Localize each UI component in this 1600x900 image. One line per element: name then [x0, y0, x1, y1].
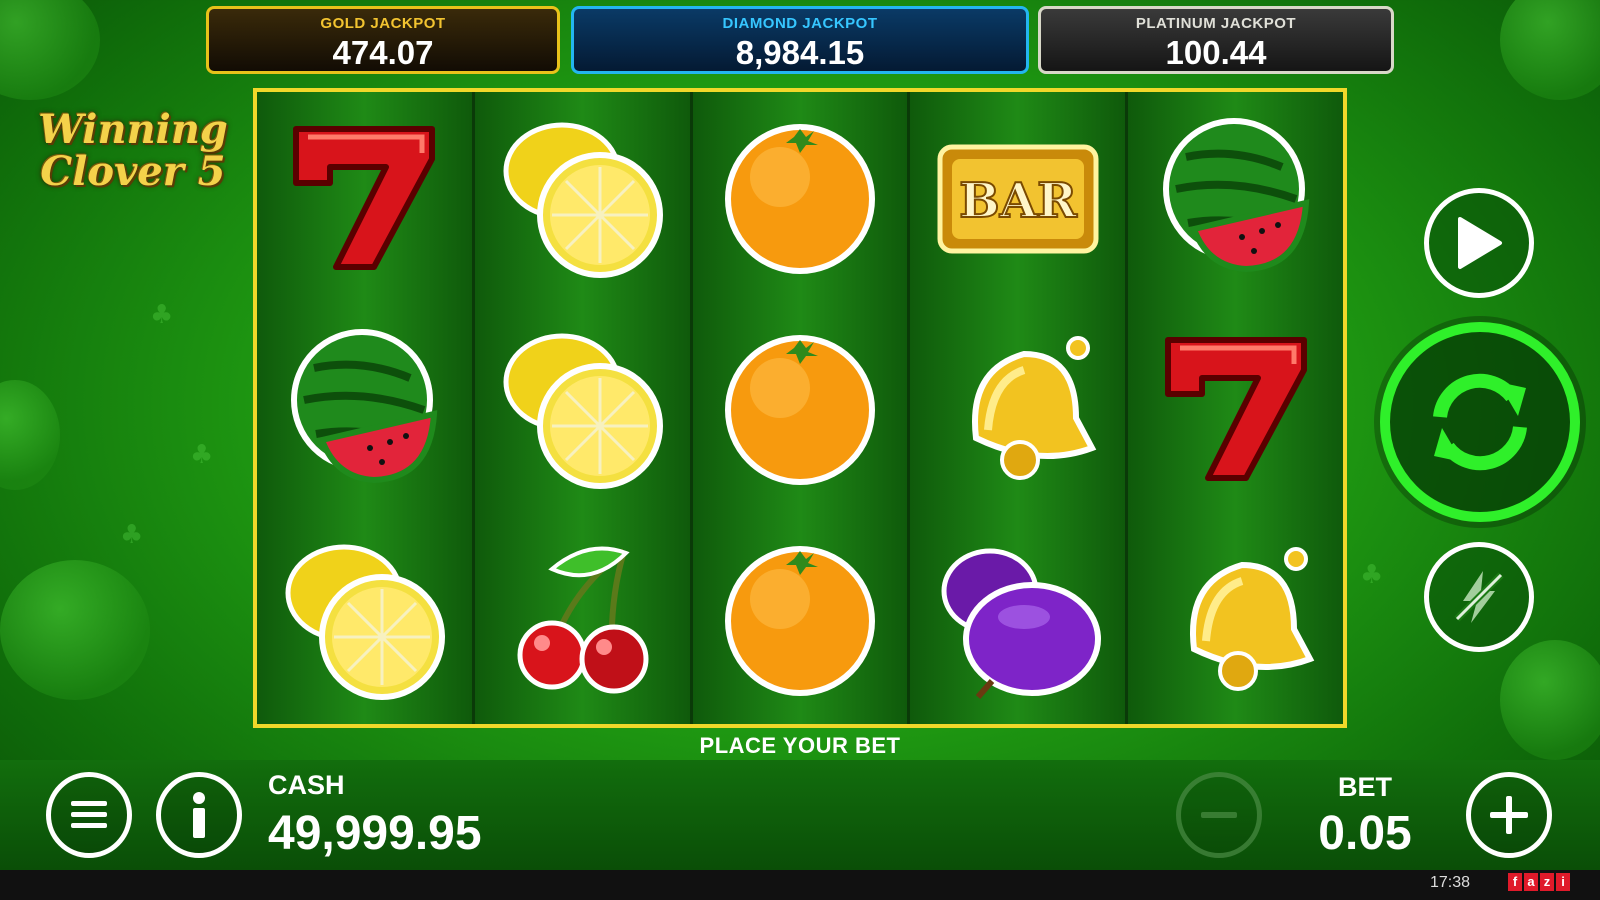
background-mini-clover: ♣ [150, 300, 174, 330]
lemon-symbol [475, 303, 690, 514]
info-button[interactable] [156, 772, 242, 858]
orange-icon [724, 545, 875, 696]
info-icon [193, 792, 205, 838]
bet-label: BET [1338, 772, 1392, 802]
turbo-off-icon [1454, 571, 1504, 623]
provider-logo-letter: z [1540, 873, 1554, 891]
turbo-button[interactable] [1424, 542, 1534, 652]
orange-symbol [693, 513, 908, 724]
background-clover-leaf [0, 380, 60, 490]
diamond-jackpot-label: DIAMOND JACKPOT [722, 15, 878, 32]
status-message: PLACE YOUR BET [699, 733, 901, 758]
bell-symbol [1128, 513, 1343, 724]
bet-value: 0.05 [1318, 807, 1412, 860]
logo-line-1: Winning [38, 106, 228, 153]
orange-symbol [693, 92, 908, 303]
cherry-icon [517, 546, 649, 694]
bell-symbol [910, 303, 1125, 514]
watermelon-symbol [257, 303, 472, 514]
increase-bet-button[interactable] [1466, 772, 1552, 858]
background-clover-leaf [0, 0, 100, 100]
bar-symbol: BAR [910, 92, 1125, 303]
provider-logo: fazi [1508, 873, 1570, 891]
system-bar [0, 870, 1600, 900]
clock: 17:38 [1429, 874, 1470, 891]
reel-2 [474, 92, 693, 724]
cash-value: 49,999.95 [268, 807, 482, 860]
lemon-icon [503, 122, 664, 279]
gold-jackpot-panel: GOLD JACKPOT 474.07 [206, 6, 560, 74]
reel-5 [1128, 92, 1343, 724]
seven-icon [1164, 337, 1307, 481]
seven-symbol [257, 92, 472, 303]
autoplay-button[interactable] [1424, 188, 1534, 298]
provider-logo-letter: i [1556, 873, 1570, 891]
game-logo: Winning Clover 5 [18, 110, 248, 192]
lemon-symbol [475, 92, 690, 303]
play-icon [1458, 217, 1502, 269]
plum-icon [941, 548, 1101, 699]
menu-icon [71, 801, 107, 828]
orange-icon [724, 124, 875, 275]
background-mini-clover: ♣ [1360, 560, 1384, 590]
spin-button[interactable] [1380, 322, 1580, 522]
seven-symbol [1128, 303, 1343, 514]
bell-icon [971, 336, 1097, 480]
menu-button[interactable] [46, 772, 132, 858]
bell-icon [1189, 546, 1314, 691]
lemon-symbol [257, 513, 472, 724]
decrease-bet-button[interactable] [1176, 772, 1262, 858]
minus-icon [1201, 812, 1237, 818]
plus-icon [1490, 796, 1528, 834]
cherry-symbol [475, 513, 690, 724]
orange-icon [724, 335, 875, 485]
reel-4: BAR [910, 92, 1129, 724]
reel-1 [257, 92, 475, 724]
platinum-jackpot-label: PLATINUM JACKPOT [1135, 15, 1297, 32]
spin-arrows-icon [1433, 373, 1527, 471]
orange-symbol [693, 303, 908, 514]
bar-icon: BAR [937, 144, 1099, 254]
background-mini-clover: ♣ [120, 520, 144, 550]
gold-jackpot-label: GOLD JACKPOT [320, 15, 446, 32]
logo-line-2: Clover 5 [40, 148, 226, 195]
lemon-icon [285, 544, 446, 700]
background-clover-leaf [1500, 0, 1600, 100]
background-clover-leaf [0, 560, 150, 700]
provider-logo-letter: a [1524, 873, 1538, 891]
gold-jackpot-value: 474.07 [332, 34, 434, 71]
svg-text:BAR: BAR [959, 173, 1078, 229]
platinum-jackpot-value: 100.44 [1165, 34, 1267, 71]
background-mini-clover: ♣ [190, 440, 214, 470]
provider-logo-letter: f [1508, 873, 1522, 891]
diamond-jackpot-panel: DIAMOND JACKPOT 8,984.15 [571, 6, 1029, 74]
reel-3 [692, 92, 911, 724]
platinum-jackpot-panel: PLATINUM JACKPOT 100.44 [1038, 6, 1394, 74]
watermelon-icon [1162, 118, 1309, 273]
watermelon-icon [291, 329, 438, 484]
plum-symbol [910, 513, 1125, 724]
seven-icon [293, 126, 436, 271]
cash-label: CASH [268, 770, 345, 800]
lemon-icon [503, 333, 664, 489]
reel-grid: BAR [253, 88, 1347, 728]
diamond-jackpot-value: 8,984.15 [735, 34, 865, 71]
watermelon-symbol [1128, 92, 1343, 303]
